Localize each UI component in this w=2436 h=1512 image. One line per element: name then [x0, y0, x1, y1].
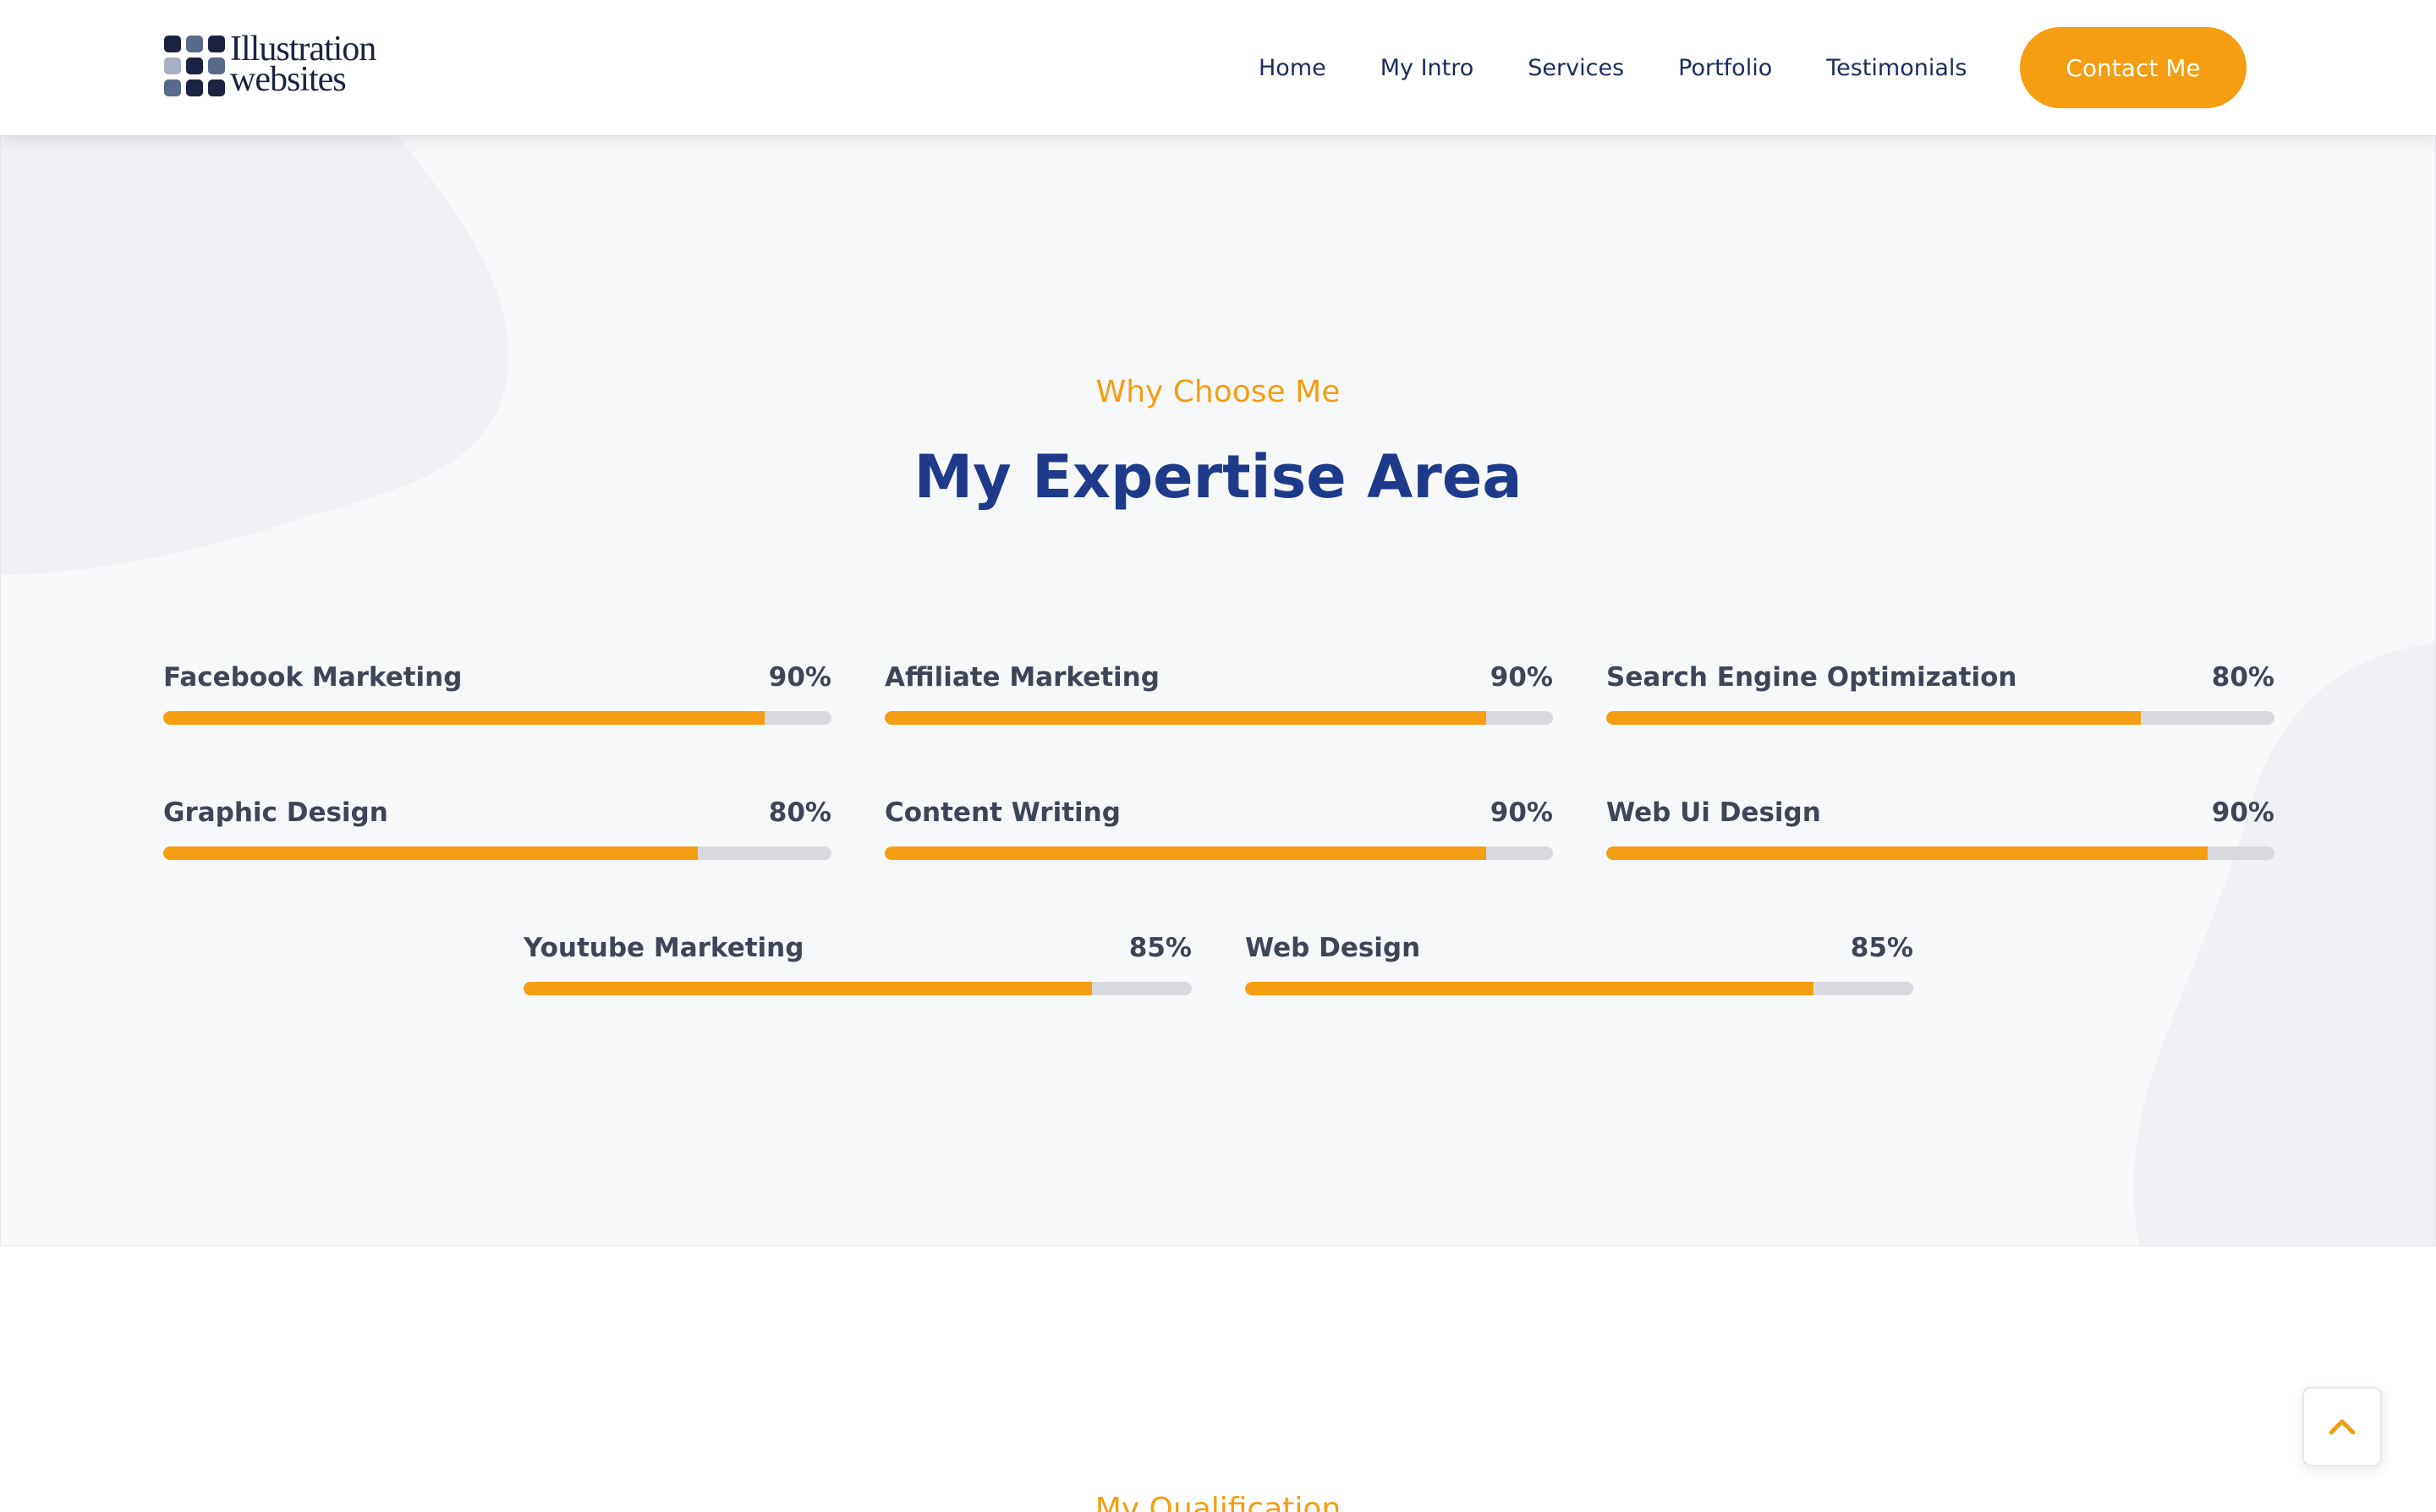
- skill-name: Web Ui Design: [1606, 797, 1821, 828]
- skill-progress-track: [885, 711, 1553, 725]
- nav-testimonials[interactable]: Testimonials: [1826, 55, 1967, 81]
- skill-progress-track: [524, 982, 1192, 995]
- skill-percent: 90%: [1490, 797, 1553, 828]
- skill-percent: 80%: [2211, 662, 2274, 693]
- skill-progress-fill: [885, 846, 1486, 860]
- skill-progress-fill: [885, 711, 1486, 725]
- skill-item: Affiliate Marketing 90%: [885, 662, 1553, 738]
- skill-progress-track: [1606, 711, 2274, 725]
- main-nav: Home My Intro Services Portfolio Testimo…: [1235, 0, 2021, 135]
- expertise-section: Why Choose Me My Expertise Area Facebook…: [0, 135, 2436, 1246]
- skill-name: Affiliate Marketing: [885, 662, 1160, 693]
- skill-item: Youtube Marketing 85%: [524, 933, 1192, 1009]
- nav-home[interactable]: Home: [1259, 55, 1326, 81]
- skill-progress-fill: [1245, 982, 1813, 995]
- section-title: My Expertise Area: [914, 442, 1522, 512]
- nav-services[interactable]: Services: [1528, 55, 1624, 81]
- skill-progress-track: [163, 846, 831, 860]
- skill-progress-fill: [1606, 846, 2208, 860]
- skill-item: Web Ui Design 90%: [1606, 797, 2274, 874]
- nav-my-intro[interactable]: My Intro: [1380, 55, 1474, 81]
- skill-percent: 90%: [2211, 797, 2274, 828]
- section-kicker: Why Choose Me: [1095, 375, 1341, 409]
- nav-portfolio[interactable]: Portfolio: [1678, 55, 1772, 81]
- skill-item: Graphic Design 80%: [163, 797, 831, 874]
- skill-name: Web Design: [1245, 933, 1421, 963]
- logo-grid-icon: [164, 36, 228, 100]
- skill-item: Facebook Marketing 90%: [163, 662, 831, 738]
- logo-line-2: websites: [230, 60, 347, 99]
- skill-name: Search Engine Optimization: [1606, 662, 2017, 693]
- skill-name: Facebook Marketing: [163, 662, 463, 693]
- skill-name: Youtube Marketing: [524, 933, 804, 963]
- skill-name: Graphic Design: [163, 797, 388, 828]
- skill-item: Web Design 85%: [1245, 933, 1913, 1009]
- skill-percent: 90%: [1490, 662, 1553, 693]
- skill-percent: 90%: [768, 662, 831, 693]
- site-logo[interactable]: Illustration websites: [162, 31, 391, 101]
- skill-progress-fill: [1606, 711, 2141, 725]
- logo-wordmark: Illustration websites: [230, 31, 376, 99]
- skill-progress-fill: [163, 711, 765, 725]
- skill-progress-fill: [524, 982, 1092, 995]
- skill-item: Content Writing 90%: [885, 797, 1553, 874]
- skill-progress-track: [1606, 846, 2274, 860]
- site-header: Illustration websites Home My Intro Serv…: [0, 0, 2436, 135]
- skill-progress-track: [885, 846, 1553, 860]
- scroll-to-top-button[interactable]: [2302, 1387, 2382, 1466]
- skill-item: Search Engine Optimization 80%: [1606, 662, 2274, 738]
- skill-progress-track: [163, 711, 831, 725]
- contact-me-button[interactable]: Contact Me: [2020, 27, 2247, 108]
- skill-percent: 85%: [1850, 933, 1913, 963]
- skill-percent: 85%: [1128, 933, 1192, 963]
- skill-progress-fill: [163, 846, 698, 860]
- skill-name: Content Writing: [885, 797, 1121, 828]
- skill-percent: 80%: [768, 797, 831, 828]
- chevron-up-icon: [2329, 1419, 2356, 1435]
- skill-progress-track: [1245, 982, 1913, 995]
- qualification-kicker: My Qualification: [1095, 1492, 1341, 1512]
